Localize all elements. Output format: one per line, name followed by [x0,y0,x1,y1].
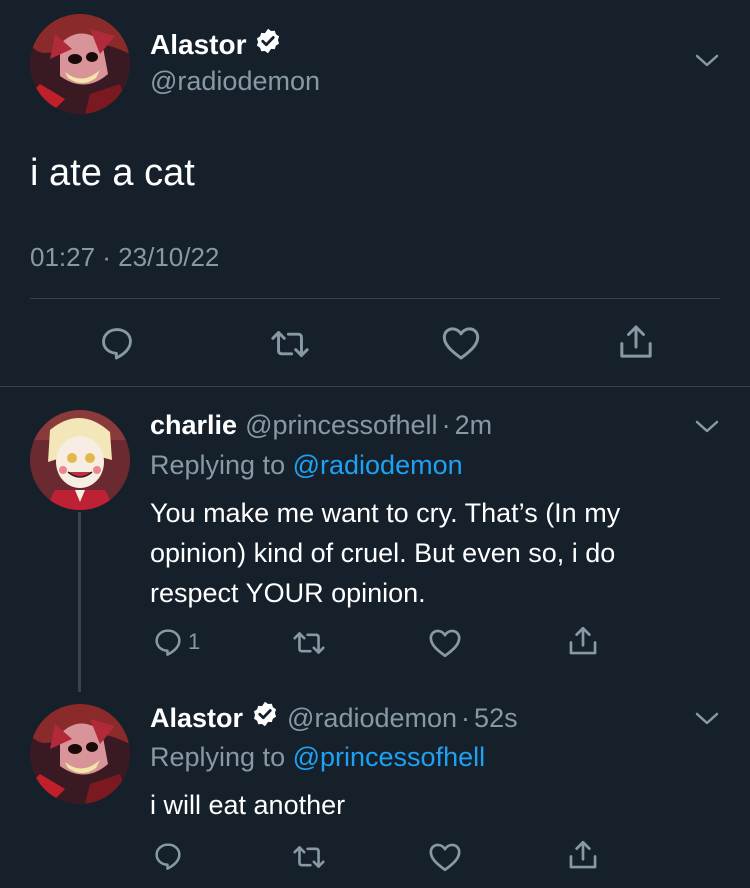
retweet-icon [293,846,325,868]
retweet-button[interactable] [292,842,326,872]
replying-to-line: Replying to @princessofhell [150,740,485,774]
chevron-down-icon[interactable] [694,710,720,728]
reply-icon [102,328,132,360]
tweet-author-name[interactable]: Alastor [150,27,282,63]
separator-dot: · [441,410,451,440]
share-button[interactable] [566,624,600,658]
retweet-button[interactable] [270,326,310,362]
chevron-down-icon[interactable] [694,52,720,70]
share-button[interactable] [616,322,656,362]
reply-button[interactable] [152,840,184,872]
divider [0,386,750,387]
reply-header: Alastor @radiodemon · 52s [150,700,518,736]
replying-to-line: Replying to @radiodemon [150,448,463,482]
chevron-down-icon[interactable] [694,418,720,436]
author-name[interactable]: Alastor [150,28,246,62]
share-icon [620,325,652,358]
like-button[interactable] [428,841,462,873]
avatar-charlie[interactable] [30,410,130,510]
author-handle[interactable]: @radiodemon [150,64,320,98]
like-button[interactable] [441,324,481,362]
replying-to-label: Replying to [150,450,286,480]
tweet-timestamp[interactable]: 01:27 · 23/10/22 [30,240,219,274]
reply-button[interactable] [98,324,136,362]
like-button[interactable] [428,627,462,659]
heart-icon [442,327,480,360]
share-icon [569,840,597,869]
verified-badge-icon [251,700,279,736]
reply-button[interactable]: 1 [152,626,200,658]
reply-text: You make me want to cry. That’s (In my o… [150,498,621,608]
thread-connector [78,512,81,692]
tweet-text: i ate a cat [30,152,195,194]
verified-badge-icon [254,27,282,63]
replying-to-mention[interactable]: @princessofhell [293,742,486,772]
reply-count: 1 [188,629,201,654]
avatar-alastor[interactable] [30,14,130,114]
author-handle[interactable]: @radiodemon [287,701,457,735]
replying-to-mention[interactable]: @radiodemon [293,450,463,480]
retweet-icon [271,331,309,357]
author-name[interactable]: charlie [150,408,237,442]
reply-icon [155,629,181,656]
heart-icon [429,843,461,872]
replying-to-label: Replying to [150,742,286,772]
reply-text: i will eat another [150,790,346,820]
share-icon [569,626,597,655]
reply-time[interactable]: 52s [474,701,518,735]
share-button[interactable] [566,838,600,872]
divider [30,298,720,299]
retweet-icon [293,632,325,654]
author-handle[interactable]: @princessofhell [245,408,438,442]
separator-dot: · [461,703,471,733]
avatar-alastor[interactable] [30,704,130,804]
reply-time[interactable]: 2m [455,408,493,442]
retweet-button[interactable] [292,628,326,658]
reply-icon [155,843,181,870]
heart-icon [429,629,461,658]
reply-header: charlie @princessofhell · 2m [150,408,492,442]
author-name[interactable]: Alastor [150,701,243,735]
